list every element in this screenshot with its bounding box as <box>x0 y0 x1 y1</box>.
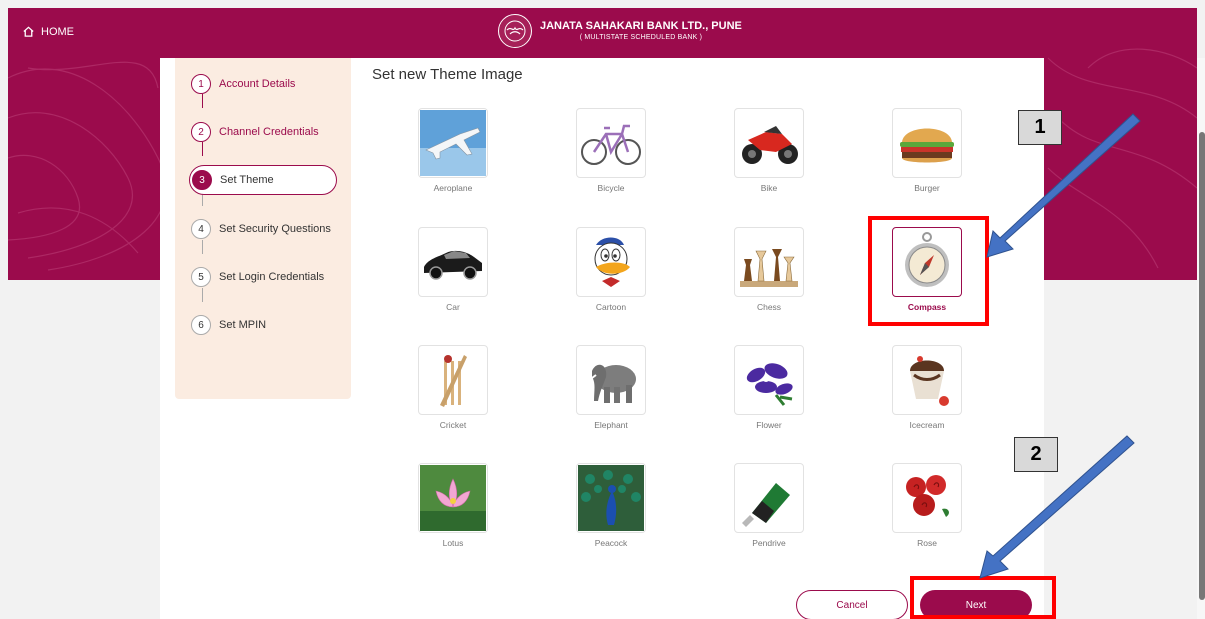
arrow-1 <box>986 113 1141 258</box>
annotation-arrows <box>979 113 1141 579</box>
screen: HOME JANATA SAHAKARI BANK LTD., PUNE ( M… <box>0 0 1205 619</box>
arrow-2 <box>979 435 1135 579</box>
